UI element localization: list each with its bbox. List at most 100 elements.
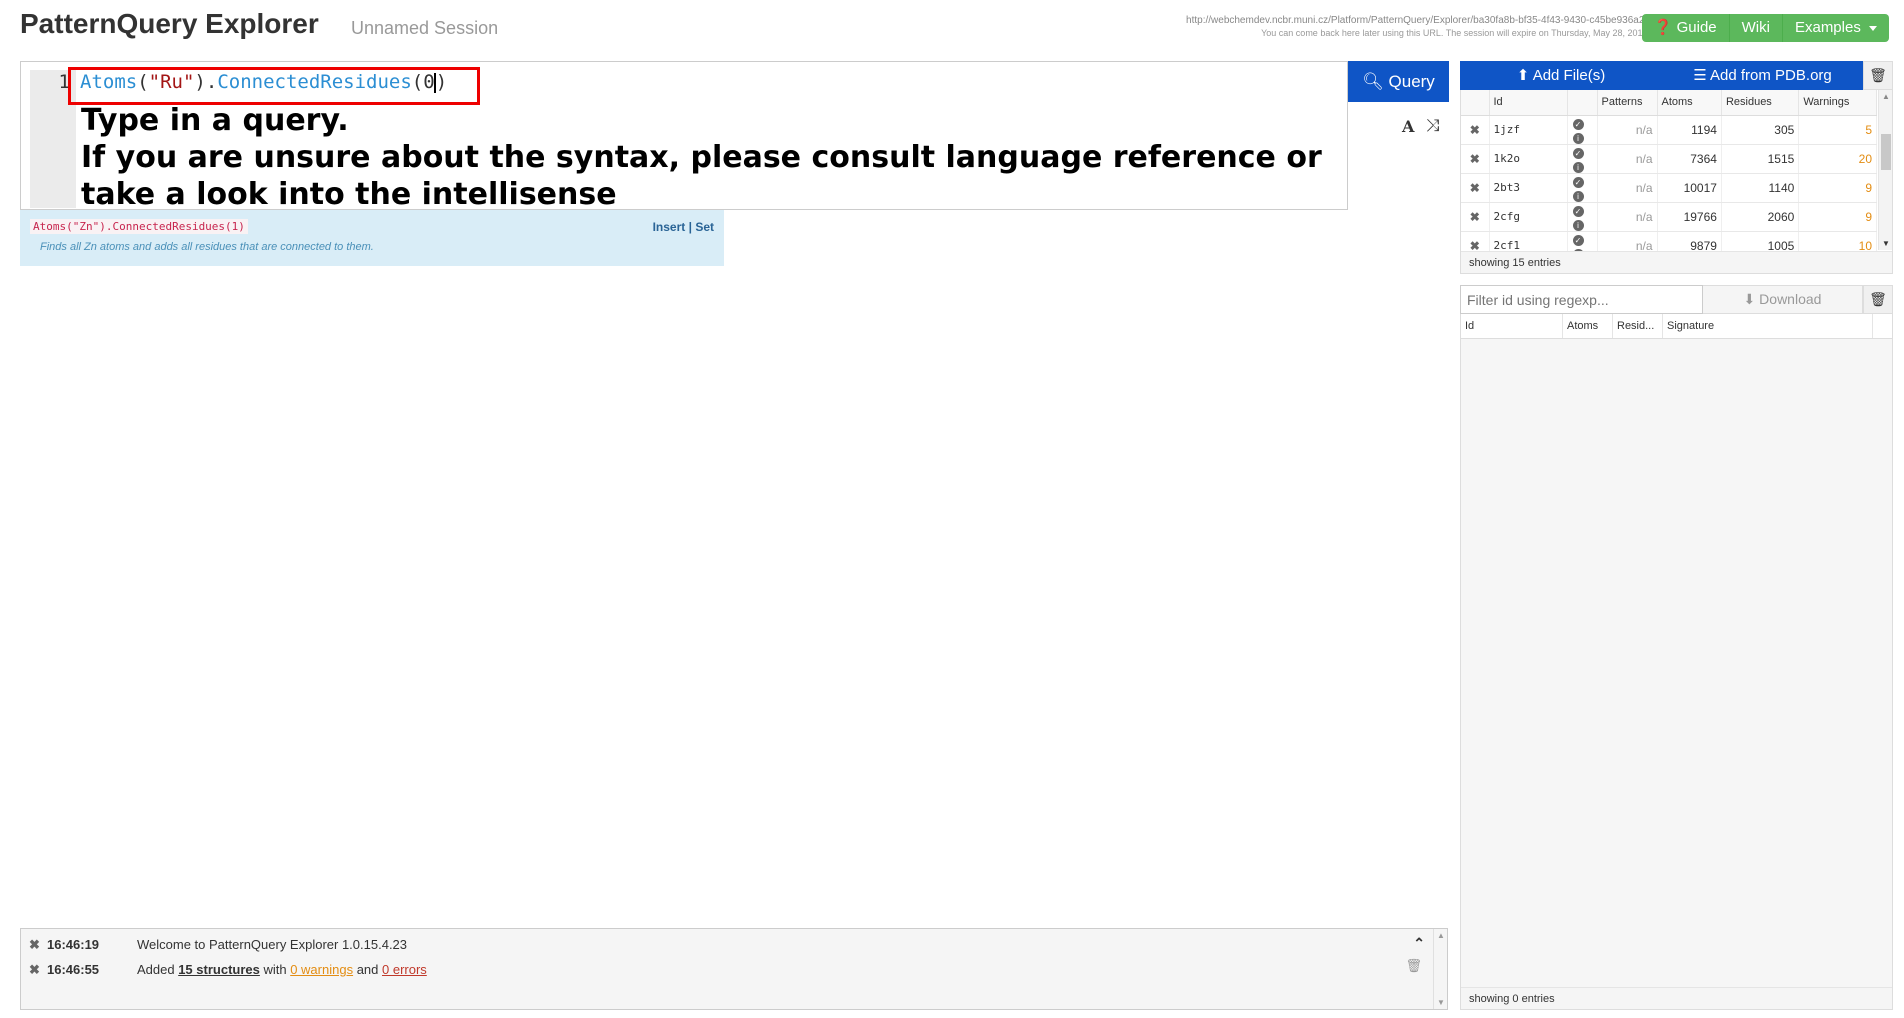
remove-icon[interactable]: ✖ <box>1461 115 1490 145</box>
remove-icon[interactable]: ✖ <box>1461 202 1490 232</box>
check-icon[interactable]: ✓ <box>1572 147 1584 159</box>
log-scrollbar[interactable]: ▲ ▼ <box>1433 929 1447 1009</box>
column-header-residues[interactable]: Residues <box>1721 90 1800 116</box>
structures-link[interactable]: 15 structures <box>178 962 260 977</box>
download-button[interactable]: ⬇ Download <box>1703 285 1863 314</box>
column-header-atoms[interactable]: Atoms <box>1657 90 1722 116</box>
session-url[interactable]: http://webchemdev.ncbr.muni.cz/Platform/… <box>1090 14 1650 28</box>
atoms-cell: 1194 <box>1657 115 1722 145</box>
column-header-signature[interactable]: Signature <box>1663 314 1873 338</box>
app-title: PatternQuery Explorer <box>20 8 319 39</box>
residues-cell: 305 <box>1721 115 1800 145</box>
file-id[interactable]: 1jzf <box>1489 115 1568 145</box>
results-header-row: Id Atoms Resid... Signature <box>1461 314 1892 339</box>
guide-button[interactable]: ❓ Guide <box>1641 14 1730 42</box>
clear-results-button[interactable]: 🗑 <box>1863 285 1893 314</box>
patterns-cell: n/a <box>1597 173 1658 203</box>
add-pdb-button[interactable]: ☰ Add from PDB.org <box>1662 61 1863 90</box>
intellisense-panel: Atoms("Zn").ConnectedResidues(1) Insert … <box>20 210 724 266</box>
log-panel: ✖ 16:46:19 Welcome to PatternQuery Explore… <box>20 928 1448 1010</box>
column-header-remove <box>1461 90 1490 116</box>
files-grid: Id Patterns Atoms Residues Warnings ✖ 1jz… <box>1461 90 1877 261</box>
query-editor[interactable]: 1 Atoms("Ru").ConnectedResidues(0) Type … <box>20 61 1348 212</box>
intellisense-description: Finds all Zn atoms and adds all residues… <box>40 241 374 253</box>
column-header-atoms[interactable]: Atoms <box>1563 314 1613 338</box>
patterns-cell: n/a <box>1597 115 1658 145</box>
check-icon[interactable]: ✓ <box>1572 205 1584 217</box>
results-table: Id Atoms Resid... Signature showing 0 en… <box>1460 314 1893 1010</box>
column-header-residues[interactable]: Resid... <box>1613 314 1663 338</box>
column-header-id[interactable]: Id <box>1461 314 1563 338</box>
scroll-down-icon[interactable]: ▼ <box>1882 239 1890 248</box>
warnings-link[interactable]: 0 warnings <box>290 962 353 977</box>
clear-files-button[interactable]: 🗑 <box>1863 61 1893 90</box>
file-id[interactable]: 1k2o <box>1489 144 1568 174</box>
patterns-cell: n/a <box>1597 144 1658 174</box>
wiki-button[interactable]: Wiki <box>1729 14 1783 42</box>
scroll-down-icon[interactable]: ▼ <box>1437 998 1445 1007</box>
table-row[interactable]: ✖ 2bt3 ✓ i n/a 10017 1140 9 <box>1461 173 1877 203</box>
add-files-button[interactable]: ⬆ Add File(s) <box>1460 61 1662 90</box>
remove-icon[interactable]: ✖ <box>1461 173 1490 203</box>
filter-input[interactable] <box>1460 285 1703 314</box>
residues-cell: 2060 <box>1721 202 1800 232</box>
warnings-cell[interactable]: 5 <box>1798 115 1877 145</box>
trash-icon[interactable]: 🗑 <box>1405 958 1422 974</box>
warnings-cell[interactable]: 9 <box>1798 173 1877 203</box>
set-link[interactable]: Set <box>695 220 714 234</box>
hint-line: If you are unsure about the syntax, plea… <box>81 140 1322 175</box>
column-header-warnings[interactable]: Warnings <box>1798 90 1877 116</box>
results-footer: showing 0 entries <box>1461 987 1892 1009</box>
log-time: 16:46:55 <box>47 962 100 977</box>
residues-cell: 1140 <box>1721 173 1800 203</box>
search-icon: 🔍︎ <box>1362 72 1384 91</box>
info-icon[interactable]: i <box>1572 161 1584 173</box>
upload-icon: ⬆ <box>1516 67 1530 84</box>
intellisense-example: Atoms("Zn").ConnectedResidues(1) <box>30 219 248 234</box>
log-entry: ✖ 16:46:55 Added 15 structures with 0 warn… <box>29 961 427 979</box>
check-icon[interactable]: ✓ <box>1572 176 1584 188</box>
query-button[interactable]: 🔍︎ Query <box>1348 61 1449 102</box>
status-icons: ✓i <box>1567 202 1598 232</box>
hint-line: Type in a query. <box>81 103 349 138</box>
close-icon[interactable]: ✖ <box>29 961 41 979</box>
info-icon[interactable]: i <box>1572 190 1584 202</box>
warnings-cell[interactable]: 9 <box>1798 202 1877 232</box>
check-icon[interactable]: ✓ <box>1572 234 1584 246</box>
font-size-icon[interactable]: A <box>1402 117 1414 136</box>
file-id[interactable]: 2bt3 <box>1489 173 1568 203</box>
close-icon[interactable]: ✖ <box>29 936 41 954</box>
column-header-id[interactable]: Id <box>1489 90 1568 116</box>
chevron-up-icon[interactable]: ⌃ <box>1413 935 1425 952</box>
patterns-cell: n/a <box>1597 202 1658 232</box>
info-icon[interactable]: i <box>1572 132 1584 144</box>
files-scrollbar[interactable]: ▲ ▼ <box>1878 90 1892 250</box>
warnings-cell[interactable]: 20 <box>1798 144 1877 174</box>
files-toolbar: ⬆ Add File(s) ☰ Add from PDB.org 🗑 <box>1460 61 1893 90</box>
top-button-group: ❓ Guide Wiki Examples <box>1641 14 1889 42</box>
table-row[interactable]: ✖ 2cfg ✓i n/a 19766 2060 9 <box>1461 202 1877 232</box>
shuffle-icon[interactable]: ⤨ <box>1426 116 1440 136</box>
intellisense-actions: Insert | Set <box>653 220 714 234</box>
session-name[interactable]: Unnamed Session <box>351 18 498 39</box>
files-footer: showing 15 entries <box>1461 251 1892 273</box>
results-toolbar: ⬇ Download 🗑 <box>1460 285 1893 314</box>
column-header-patterns[interactable]: Patterns <box>1597 90 1658 116</box>
info-icon[interactable]: i <box>1572 219 1584 231</box>
status-icons: ✓i <box>1567 115 1598 145</box>
insert-link[interactable]: Insert <box>653 220 686 234</box>
check-icon[interactable]: ✓ <box>1572 118 1584 130</box>
hint-line: take a look into the intellisense <box>81 177 617 212</box>
atoms-cell: 10017 <box>1657 173 1722 203</box>
scrollbar-thumb[interactable] <box>1881 134 1891 170</box>
scroll-up-icon[interactable]: ▲ <box>1882 92 1890 101</box>
file-id[interactable]: 2cfg <box>1489 202 1568 232</box>
remove-icon[interactable]: ✖ <box>1461 144 1490 174</box>
table-row[interactable]: ✖ 1jzf ✓i n/a 1194 305 5 <box>1461 115 1877 145</box>
log-entry: ✖ 16:46:19 Welcome to PatternQuery Explore… <box>29 936 407 954</box>
table-row[interactable]: ✖ 1k2o ✓i n/a 7364 1515 20 <box>1461 144 1877 174</box>
examples-button[interactable]: Examples <box>1782 14 1889 42</box>
scroll-up-icon[interactable]: ▲ <box>1437 931 1445 940</box>
trash-icon: 🗑 <box>1869 291 1887 307</box>
errors-link[interactable]: 0 errors <box>382 962 427 977</box>
